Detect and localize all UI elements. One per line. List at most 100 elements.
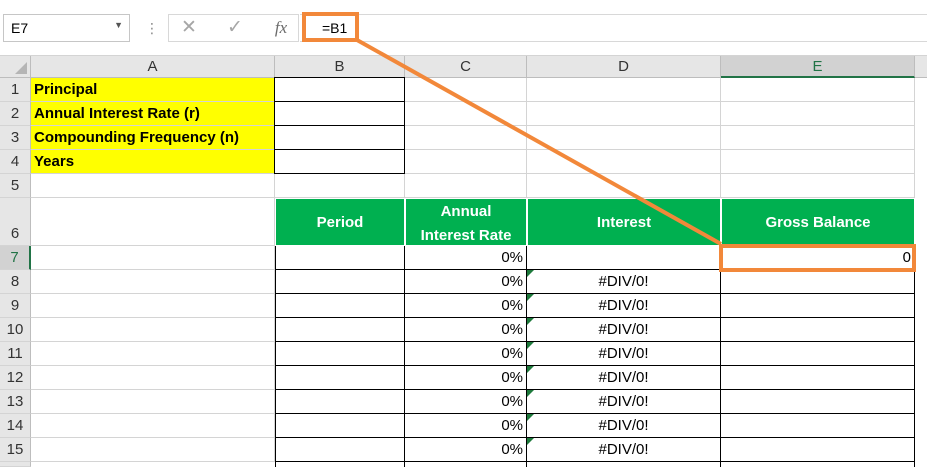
function-icon[interactable]: fx [263, 15, 299, 41]
cell-a7[interactable] [31, 246, 275, 270]
cell-e9[interactable] [721, 294, 915, 318]
cell-e16[interactable] [721, 462, 915, 467]
cell-b11[interactable] [275, 342, 405, 366]
row-header-3[interactable]: 3 [0, 126, 31, 150]
cell-c11[interactable]: 0% [405, 342, 527, 366]
cell-d1[interactable] [527, 78, 721, 102]
cell-c16[interactable] [405, 462, 527, 467]
close-icon[interactable]: ✕ [171, 15, 207, 41]
cell-c13[interactable]: 0% [405, 390, 527, 414]
cell-c5[interactable] [405, 174, 527, 198]
cell-a14[interactable] [31, 414, 275, 438]
cell-b9[interactable] [275, 294, 405, 318]
cell-a3[interactable]: Compounding Frequency (n) [31, 126, 275, 150]
cell-d5[interactable] [527, 174, 721, 198]
cell-e8[interactable] [721, 270, 915, 294]
select-all-button[interactable] [0, 56, 31, 78]
row-header-12[interactable]: 12 [0, 366, 31, 390]
cell-c4[interactable] [405, 150, 527, 174]
header-gross-balance[interactable]: Gross Balance [721, 198, 915, 246]
cell-d3[interactable] [527, 126, 721, 150]
cell-d12[interactable]: #DIV/0! [527, 366, 721, 390]
row-header-6[interactable]: 6 [0, 198, 31, 246]
cell-c10[interactable]: 0% [405, 318, 527, 342]
cell-c1[interactable] [405, 78, 527, 102]
cell-d2[interactable] [527, 102, 721, 126]
row-header-10[interactable]: 10 [0, 318, 31, 342]
row-header-16[interactable] [0, 462, 31, 467]
check-icon[interactable]: ✓ [217, 15, 253, 41]
cell-e15[interactable] [721, 438, 915, 462]
cell-d7[interactable] [527, 246, 721, 270]
cell-b1[interactable] [274, 77, 405, 102]
formula-input[interactable]: =B1 [300, 14, 927, 42]
column-header-d[interactable]: D [527, 56, 721, 78]
cell-a8[interactable] [31, 270, 275, 294]
cell-c15[interactable]: 0% [405, 438, 527, 462]
cell-b7[interactable] [275, 246, 405, 270]
cell-e2[interactable] [721, 102, 915, 126]
cell-e11[interactable] [721, 342, 915, 366]
header-interest[interactable]: Interest [527, 198, 721, 246]
cell-e1[interactable] [721, 78, 915, 102]
row-header-1[interactable]: 1 [0, 78, 31, 102]
cell-b13[interactable] [275, 390, 405, 414]
cell-d14[interactable]: #DIV/0! [527, 414, 721, 438]
cell-a6[interactable] [31, 198, 275, 246]
chevron-down-icon[interactable]: ▼ [114, 20, 123, 30]
cell-c7[interactable]: 0% [405, 246, 527, 270]
cell-b14[interactable] [275, 414, 405, 438]
cell-e3[interactable] [721, 126, 915, 150]
cell-a10[interactable] [31, 318, 275, 342]
cell-c3[interactable] [405, 126, 527, 150]
cell-c14[interactable]: 0% [405, 414, 527, 438]
row-header-11[interactable]: 11 [0, 342, 31, 366]
cell-c8[interactable]: 0% [405, 270, 527, 294]
cell-b5[interactable] [275, 174, 405, 198]
row-header-5[interactable]: 5 [0, 174, 31, 198]
cell-b12[interactable] [275, 366, 405, 390]
cell-e12[interactable] [721, 366, 915, 390]
cell-d4[interactable] [527, 150, 721, 174]
row-header-2[interactable]: 2 [0, 102, 31, 126]
cell-b10[interactable] [275, 318, 405, 342]
cell-b2[interactable] [274, 101, 405, 126]
row-header-14[interactable]: 14 [0, 414, 31, 438]
column-header-c[interactable]: C [405, 56, 527, 78]
cell-b4[interactable] [274, 149, 405, 174]
column-header-f[interactable] [915, 56, 927, 78]
cell-d8[interactable]: #DIV/0! [527, 270, 721, 294]
cell-a13[interactable] [31, 390, 275, 414]
cell-d15[interactable]: #DIV/0! [527, 438, 721, 462]
column-header-b[interactable]: B [275, 56, 405, 78]
column-header-e[interactable]: E [721, 56, 915, 78]
cell-e13[interactable] [721, 390, 915, 414]
cell-e5[interactable] [721, 174, 915, 198]
cell-b8[interactable] [275, 270, 405, 294]
cell-a11[interactable] [31, 342, 275, 366]
cell-d10[interactable]: #DIV/0! [527, 318, 721, 342]
column-header-a[interactable]: A [31, 56, 275, 78]
cell-b3[interactable] [274, 125, 405, 150]
cell-a9[interactable] [31, 294, 275, 318]
row-header-8[interactable]: 8 [0, 270, 31, 294]
header-period[interactable]: Period [275, 198, 405, 246]
cell-a5[interactable] [31, 174, 275, 198]
cell-c9[interactable]: 0% [405, 294, 527, 318]
cell-d16[interactable] [527, 462, 721, 467]
cell-c2[interactable] [405, 102, 527, 126]
cell-c12[interactable]: 0% [405, 366, 527, 390]
cell-e4[interactable] [721, 150, 915, 174]
cell-d11[interactable]: #DIV/0! [527, 342, 721, 366]
cell-a12[interactable] [31, 366, 275, 390]
cell-a2[interactable]: Annual Interest Rate (r) [31, 102, 275, 126]
cell-e10[interactable] [721, 318, 915, 342]
cell-a15[interactable] [31, 438, 275, 462]
row-header-4[interactable]: 4 [0, 150, 31, 174]
name-box[interactable]: E7 ▼ [3, 14, 130, 42]
row-header-15[interactable]: 15 [0, 438, 31, 462]
cell-b16[interactable] [275, 462, 405, 467]
cell-d9[interactable]: #DIV/0! [527, 294, 721, 318]
cell-a1[interactable]: Principal [31, 78, 275, 102]
cell-d13[interactable]: #DIV/0! [527, 390, 721, 414]
